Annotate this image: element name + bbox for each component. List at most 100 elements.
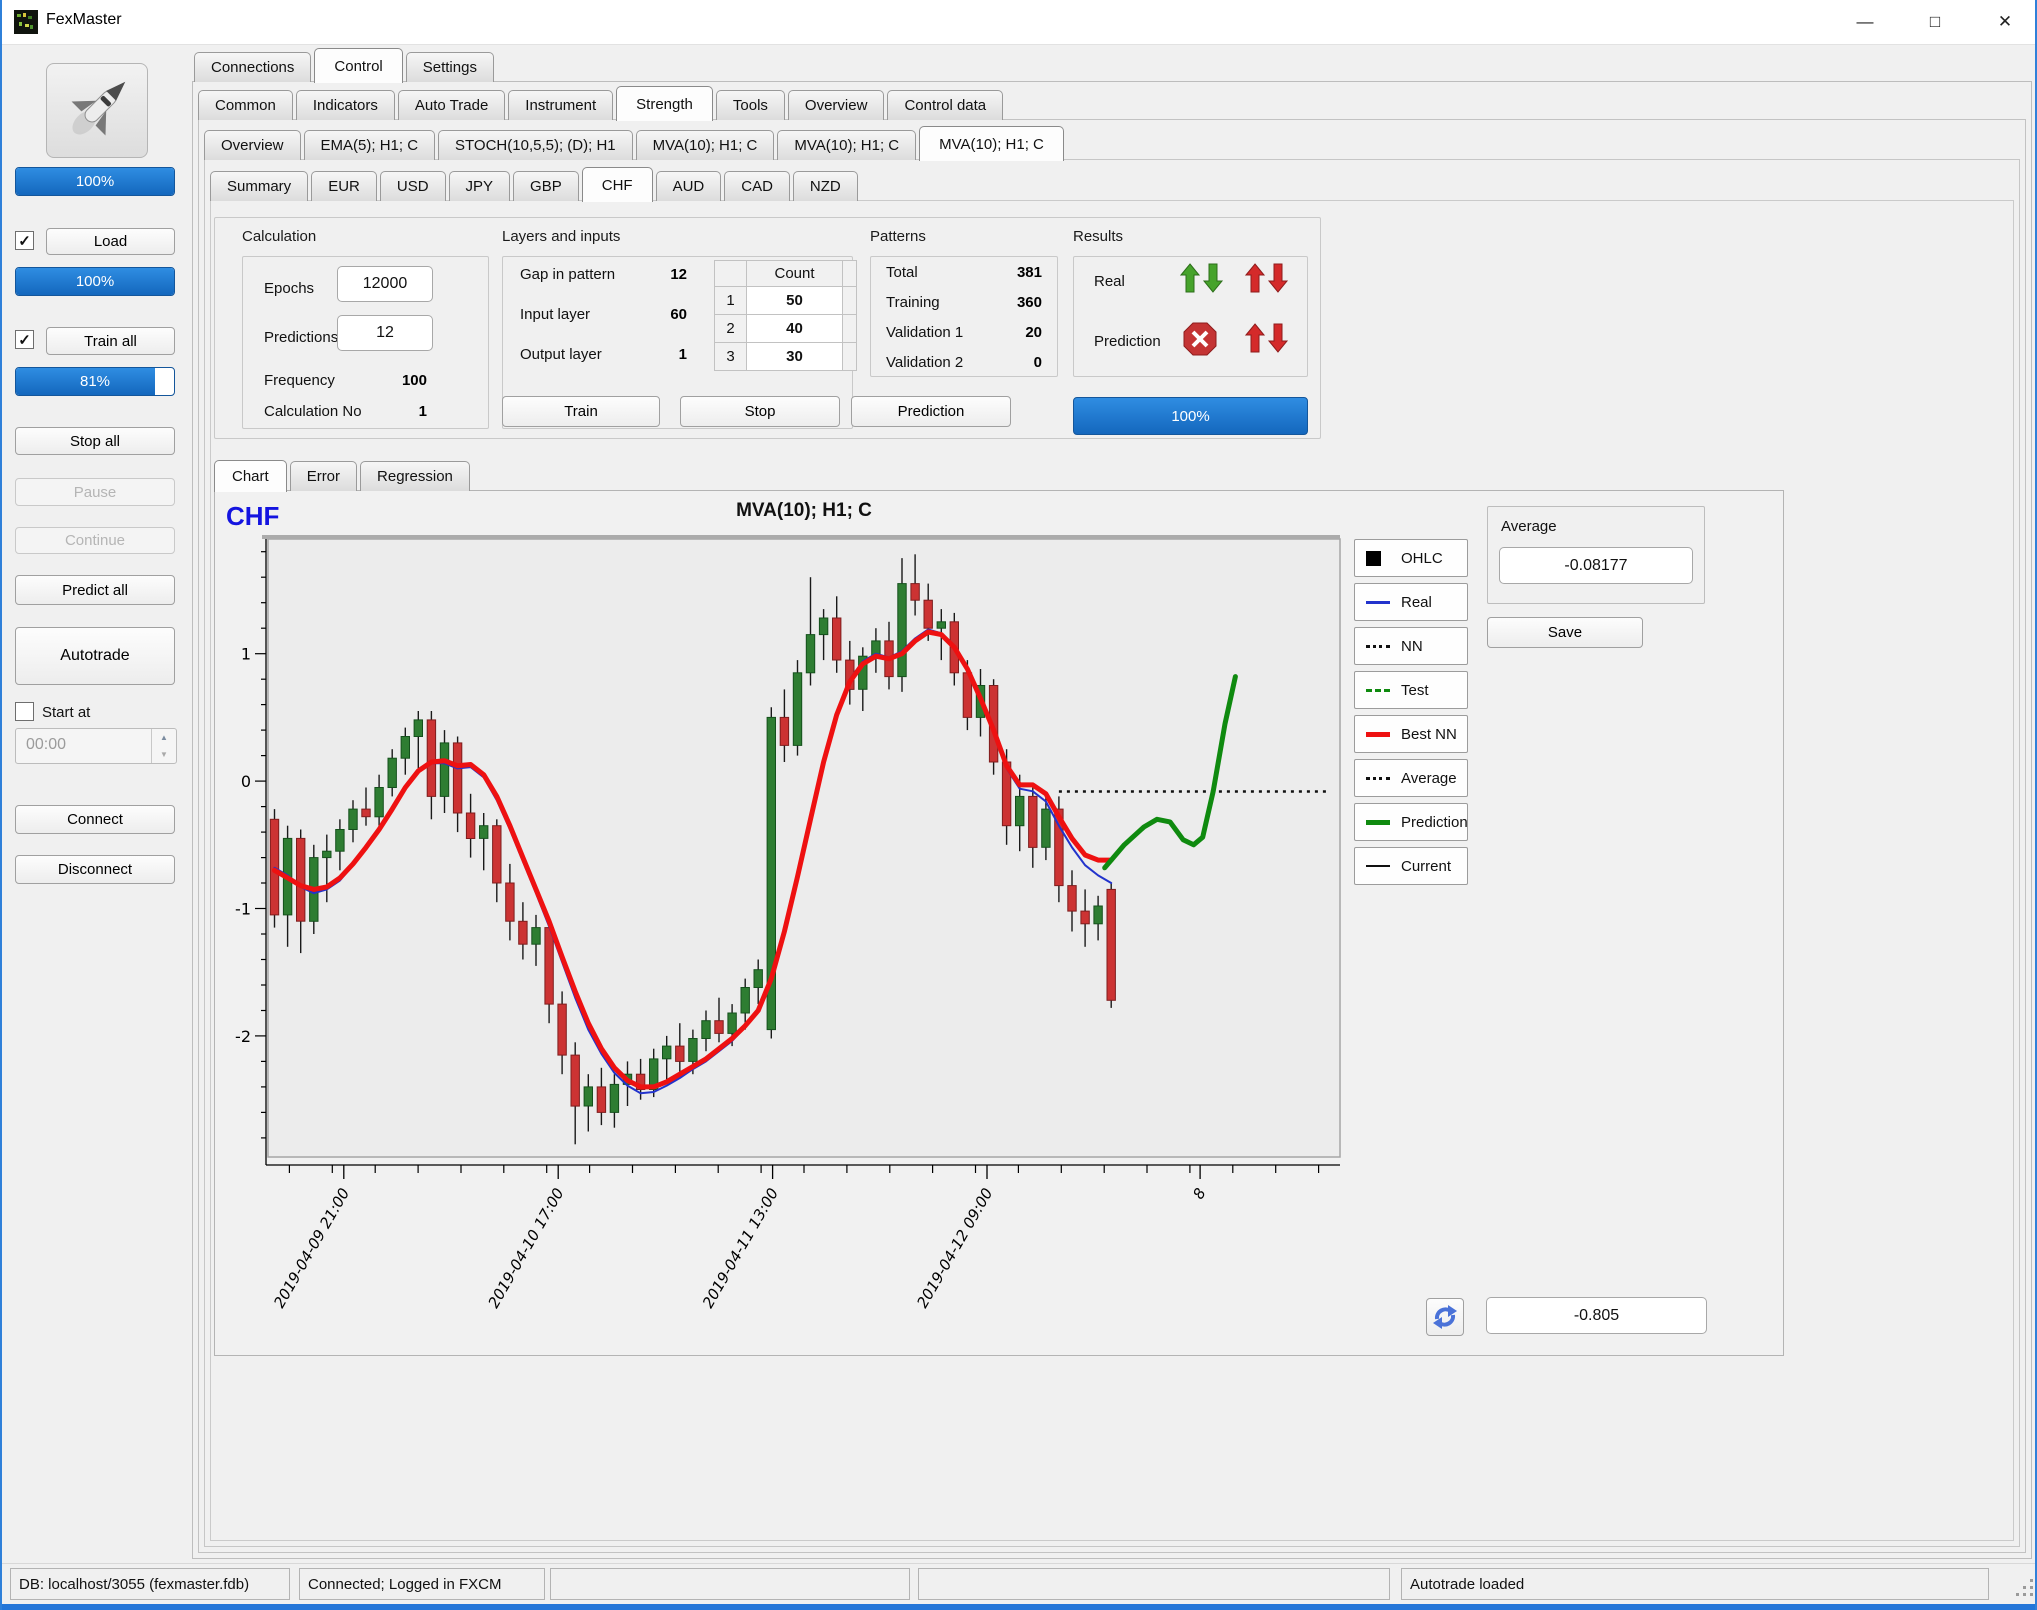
status-autotrade: Autotrade loaded xyxy=(1401,1568,1989,1600)
calc-no-label: Calculation No xyxy=(264,403,362,420)
progress-top: 100% xyxy=(15,167,175,196)
patterns-validation1-value: 20 xyxy=(962,324,1042,341)
save-button[interactable]: Save xyxy=(1487,617,1643,648)
titlebar[interactable]: FexMaster — □ ✕ xyxy=(2,0,2035,45)
load-button[interactable]: Load xyxy=(46,228,175,255)
best-nn-line-icon xyxy=(1366,732,1390,737)
legend-current-button[interactable]: Current xyxy=(1354,847,1468,885)
output-layer-value: 1 xyxy=(632,346,687,363)
start-at-label: Start at xyxy=(42,704,90,721)
start-at-checkbox[interactable] xyxy=(15,702,34,721)
load-checkbox[interactable]: ✓ xyxy=(15,231,34,250)
train-all-button[interactable]: Train all xyxy=(46,327,175,355)
legend-test-button[interactable]: Test xyxy=(1354,671,1468,709)
average-value-field[interactable]: -0.08177 xyxy=(1499,547,1693,584)
count-cell[interactable]: 30 xyxy=(747,343,843,371)
train-button[interactable]: Train xyxy=(502,396,660,427)
tab-mva10-3[interactable]: MVA(10); H1; C xyxy=(919,126,1064,161)
calculation-title: Calculation xyxy=(242,228,316,245)
tab-connections[interactable]: Connections xyxy=(194,52,311,82)
count-table-stub xyxy=(715,261,747,287)
red-stop-x-icon xyxy=(1182,321,1218,357)
chart-plot[interactable]: 10-1-22019-04-09 21:002019-04-10 17:0020… xyxy=(234,519,1374,1349)
patterns-validation1-label: Validation 1 xyxy=(886,324,963,341)
train-all-checkbox[interactable]: ✓ xyxy=(15,330,34,349)
autotrade-button[interactable]: Autotrade xyxy=(15,627,175,685)
close-button[interactable]: ✕ xyxy=(1975,0,2035,44)
spinner-up-icon[interactable]: ▲ xyxy=(151,729,176,746)
tab-mva10-2[interactable]: MVA(10); H1; C xyxy=(777,130,916,160)
tab-currency-summary[interactable]: Summary xyxy=(210,171,308,201)
tab-strength-overview[interactable]: Overview xyxy=(204,130,301,160)
tab-currency-chf[interactable]: CHF xyxy=(582,167,653,202)
tab-instrument[interactable]: Instrument xyxy=(508,90,613,120)
legend-best-nn-button[interactable]: Best NN xyxy=(1354,715,1468,753)
predictions-label: Predictions xyxy=(264,329,338,346)
legend-real-button[interactable]: Real xyxy=(1354,583,1468,621)
maximize-button[interactable]: □ xyxy=(1905,0,1965,44)
start-time-value: 00:00 xyxy=(26,736,66,754)
nn-line-icon xyxy=(1366,645,1390,648)
stop-all-button[interactable]: Stop all xyxy=(15,427,175,455)
svg-text:2019-04-10 17:00: 2019-04-10 17:00 xyxy=(484,1185,567,1311)
status-db: DB: localhost/3055 (fexmaster.fdb) xyxy=(10,1568,290,1600)
prediction-button[interactable]: Prediction xyxy=(851,396,1011,427)
predictions-input[interactable]: 12 xyxy=(337,315,433,351)
continue-button[interactable]: Continue xyxy=(15,527,175,554)
count-cell[interactable]: 50 xyxy=(747,287,843,315)
legend-ohlc-button[interactable]: OHLC xyxy=(1354,539,1468,577)
tab-common[interactable]: Common xyxy=(198,90,293,120)
spinner-down-icon[interactable]: ▼ xyxy=(151,746,176,763)
tab-currency-eur[interactable]: EUR xyxy=(311,171,377,201)
tab-control[interactable]: Control xyxy=(314,48,402,83)
count-cell[interactable]: 40 xyxy=(747,315,843,343)
pause-button[interactable]: Pause xyxy=(15,478,175,506)
main-tabs: Connections Control Settings xyxy=(194,44,497,82)
tab-currency-nzd[interactable]: NZD xyxy=(793,171,858,201)
stop-button[interactable]: Stop xyxy=(680,396,840,427)
minimize-button[interactable]: — xyxy=(1835,0,1895,44)
green-up-down-arrows-icon xyxy=(1180,261,1224,295)
patterns-validation2-label: Validation 2 xyxy=(886,354,963,371)
average-title: Average xyxy=(1501,518,1557,535)
tab-tools[interactable]: Tools xyxy=(716,90,785,120)
tab-currency-cad[interactable]: CAD xyxy=(724,171,790,201)
svg-text:2019-04-09 21:00: 2019-04-09 21:00 xyxy=(270,1185,353,1311)
legend-nn-button[interactable]: NN xyxy=(1354,627,1468,665)
tab-mva10-1[interactable]: MVA(10); H1; C xyxy=(636,130,775,160)
tab-overview[interactable]: Overview xyxy=(788,90,885,120)
predict-all-button[interactable]: Predict all xyxy=(15,575,175,605)
refresh-button[interactable] xyxy=(1426,1298,1464,1336)
tab-error[interactable]: Error xyxy=(290,461,357,491)
count-table-gutter xyxy=(843,261,857,287)
tab-settings[interactable]: Settings xyxy=(406,52,494,82)
tab-strength[interactable]: Strength xyxy=(616,86,713,121)
epochs-input[interactable]: 12000 xyxy=(337,266,433,302)
tab-currency-aud[interactable]: AUD xyxy=(656,171,722,201)
tab-regression[interactable]: Regression xyxy=(360,461,470,491)
legend-prediction-button[interactable]: Prediction xyxy=(1354,803,1468,841)
bottom-value-field[interactable]: -0.805 xyxy=(1486,1297,1707,1334)
start-time-spinner[interactable]: 00:00 ▲ ▼ xyxy=(15,728,177,764)
legend-average-button[interactable]: Average xyxy=(1354,759,1468,797)
svg-text:-2: -2 xyxy=(235,1027,251,1046)
progress-load: 100% xyxy=(15,267,175,296)
tab-currency-usd[interactable]: USD xyxy=(380,171,446,201)
tab-ema5[interactable]: EMA(5); H1; C xyxy=(304,130,436,160)
disconnect-button[interactable]: Disconnect xyxy=(15,855,175,884)
gap-label: Gap in pattern xyxy=(520,266,615,283)
tab-chart[interactable]: Chart xyxy=(214,460,287,492)
frequency-value: 100 xyxy=(382,372,427,389)
svg-text:2019-04-12 09:00: 2019-04-12 09:00 xyxy=(913,1185,996,1311)
ohlc-swatch-icon xyxy=(1366,551,1390,566)
tab-currency-jpy[interactable]: JPY xyxy=(449,171,511,201)
tab-auto-trade[interactable]: Auto Trade xyxy=(398,90,505,120)
tab-currency-gbp[interactable]: GBP xyxy=(513,171,579,201)
connect-button[interactable]: Connect xyxy=(15,805,175,834)
resize-grip-icon[interactable] xyxy=(2011,1574,2033,1596)
tab-stoch[interactable]: STOCH(10,5,5); (D); H1 xyxy=(438,130,633,160)
patterns-training-value: 360 xyxy=(962,294,1042,311)
tab-control-data[interactable]: Control data xyxy=(887,90,1003,120)
app-icon xyxy=(14,10,38,34)
tab-indicators[interactable]: Indicators xyxy=(296,90,395,120)
